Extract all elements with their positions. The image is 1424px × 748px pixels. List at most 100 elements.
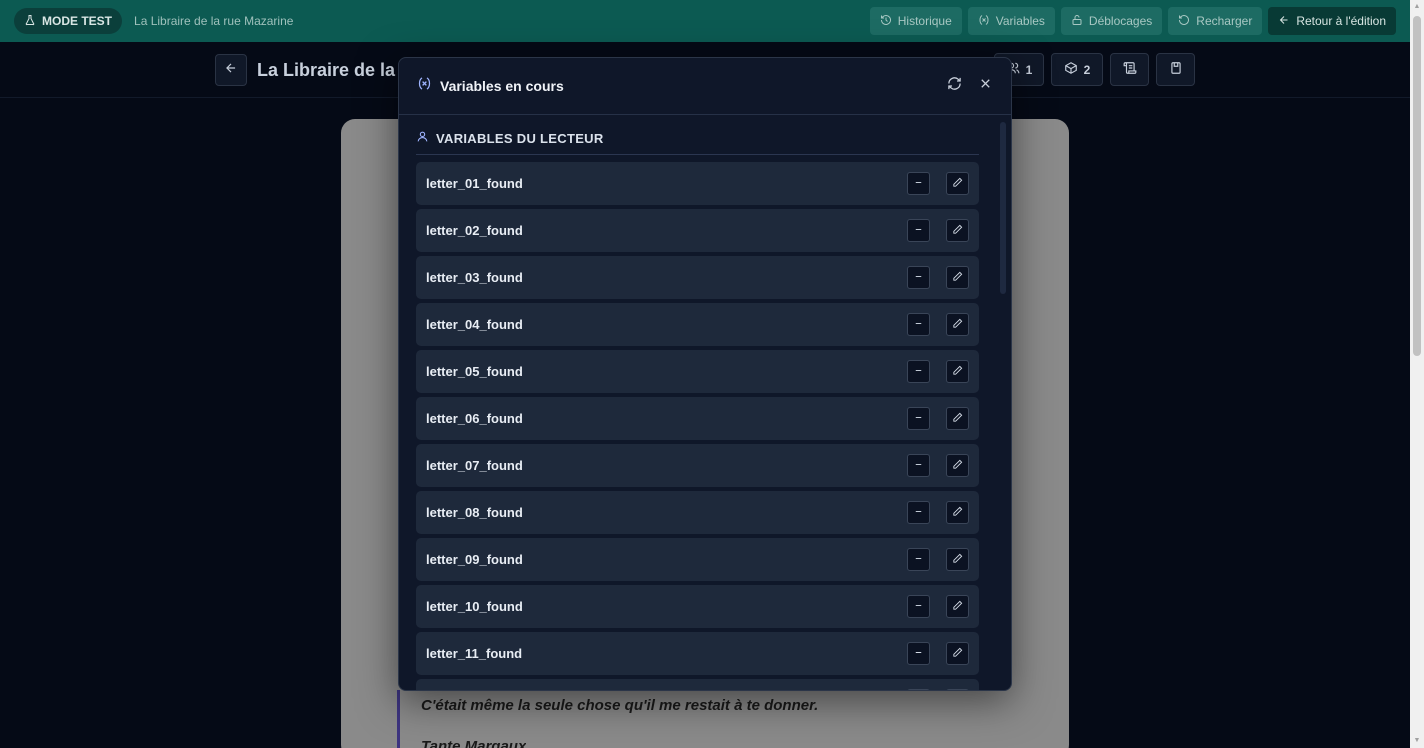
- variables-label: Variables: [995, 14, 1045, 28]
- book-title: La Libraire de la rue Mazarine: [257, 60, 407, 80]
- bookmark-save-icon: [1169, 61, 1183, 78]
- reload-button[interactable]: Recharger: [1168, 7, 1263, 35]
- pencil-icon: [952, 410, 963, 428]
- items-count: 2: [1083, 62, 1091, 77]
- variables-button[interactable]: Variables: [967, 7, 1055, 35]
- variable-row: letter_01_found: [416, 162, 979, 205]
- edit-button[interactable]: [946, 266, 969, 289]
- variable-row: [416, 679, 979, 690]
- modal-header: Variables en cours: [399, 58, 1011, 115]
- edit-button[interactable]: [946, 501, 969, 524]
- variable-row: letter_10_found: [416, 585, 979, 628]
- edit-button[interactable]: [946, 360, 969, 383]
- edit-button[interactable]: [946, 172, 969, 195]
- reader-back-button[interactable]: [215, 54, 247, 86]
- variable-name: letter_05_found: [426, 364, 523, 379]
- scroll-button[interactable]: [1110, 53, 1149, 86]
- reload-icon: [1178, 14, 1190, 29]
- decrement-button[interactable]: [907, 642, 930, 665]
- edit-button[interactable]: [946, 219, 969, 242]
- edit-button[interactable]: [946, 642, 969, 665]
- pencil-icon: [952, 269, 963, 287]
- minus-icon: [913, 175, 924, 193]
- inventory-button[interactable]: 2: [1051, 53, 1103, 86]
- decrement-button[interactable]: [907, 595, 930, 618]
- variable-row: letter_06_found: [416, 397, 979, 440]
- variables-modal: Variables en cours VARIABLES DU LECTEUR …: [398, 57, 1012, 691]
- history-button[interactable]: Historique: [869, 7, 962, 35]
- variable-name: letter_06_found: [426, 411, 523, 426]
- mode-test-badge: MODE TEST: [14, 8, 123, 34]
- edit-button[interactable]: [946, 407, 969, 430]
- variable-row: letter_04_found: [416, 303, 979, 346]
- scroll-icon: [1123, 61, 1137, 78]
- reload-label: Recharger: [1196, 14, 1253, 28]
- page-scrollbar[interactable]: ▲ ▼: [1410, 0, 1424, 748]
- close-icon[interactable]: [978, 76, 993, 96]
- variable-name: letter_11_found: [426, 646, 523, 661]
- decrement-button[interactable]: [907, 313, 930, 336]
- unlocks-button[interactable]: Déblocages: [1060, 7, 1163, 35]
- pencil-icon: [952, 645, 963, 663]
- mode-test-label: MODE TEST: [42, 14, 113, 28]
- decrement-button[interactable]: [907, 689, 930, 690]
- reader-variables-section-title: VARIABLES DU LECTEUR: [416, 130, 604, 146]
- refresh-icon[interactable]: [947, 76, 962, 96]
- decrement-button[interactable]: [907, 454, 930, 477]
- decrement-button[interactable]: [907, 501, 930, 524]
- decrement-button[interactable]: [907, 360, 930, 383]
- decrement-button[interactable]: [907, 266, 930, 289]
- variable-row: letter_09_found: [416, 538, 979, 581]
- back-to-edit-button[interactable]: Retour à l'édition: [1268, 7, 1396, 35]
- arrow-left-icon: [224, 61, 238, 80]
- page-scrollbar-thumb[interactable]: [1413, 16, 1421, 356]
- history-label: Historique: [897, 14, 952, 28]
- variable-icon: [978, 14, 990, 29]
- decrement-button[interactable]: [907, 172, 930, 195]
- test-mode-bar: MODE TEST La Libraire de la rue Mazarine…: [0, 0, 1410, 42]
- modal-title: Variables en cours: [440, 78, 564, 94]
- decrement-button[interactable]: [907, 548, 930, 571]
- minus-icon: [913, 269, 924, 287]
- variable-row: letter_05_found: [416, 350, 979, 393]
- variable-icon: [417, 76, 432, 96]
- history-icon: [880, 14, 892, 29]
- edit-button[interactable]: [946, 548, 969, 571]
- variable-name: letter_07_found: [426, 458, 523, 473]
- book-signature: Tante Margaux: [421, 738, 527, 748]
- book-quote-line: C'était même la seule chose qu'il me res…: [421, 697, 819, 714]
- pencil-icon: [952, 222, 963, 240]
- scroll-up-icon[interactable]: ▲: [1413, 3, 1421, 11]
- section-divider: [416, 154, 979, 155]
- pencil-icon: [952, 598, 963, 616]
- save-button[interactable]: [1156, 53, 1195, 86]
- minus-icon: [913, 222, 924, 240]
- edit-button[interactable]: [946, 313, 969, 336]
- decrement-button[interactable]: [907, 219, 930, 242]
- minus-icon: [913, 598, 924, 616]
- back-to-edit-label: Retour à l'édition: [1296, 14, 1386, 28]
- minus-icon: [913, 551, 924, 569]
- variable-row: letter_03_found: [416, 256, 979, 299]
- variable-row: letter_11_found: [416, 632, 979, 675]
- pencil-icon: [952, 551, 963, 569]
- variable-name: letter_10_found: [426, 599, 523, 614]
- edit-button[interactable]: [946, 689, 969, 690]
- minus-icon: [913, 504, 924, 522]
- variable-name: letter_09_found: [426, 552, 523, 567]
- scroll-down-icon[interactable]: ▼: [1413, 737, 1421, 745]
- pencil-icon: [952, 316, 963, 334]
- edit-button[interactable]: [946, 595, 969, 618]
- variable-row: letter_07_found: [416, 444, 979, 487]
- variable-row: letter_02_found: [416, 209, 979, 252]
- unlocks-label: Déblocages: [1088, 14, 1153, 28]
- pencil-icon: [952, 504, 963, 522]
- modal-scrollbar-thumb[interactable]: [1000, 122, 1006, 294]
- flask-icon: [24, 14, 36, 29]
- edit-button[interactable]: [946, 454, 969, 477]
- decrement-button[interactable]: [907, 407, 930, 430]
- variable-name: letter_01_found: [426, 176, 523, 191]
- variables-list: letter_01_found letter_02_found letter_0…: [416, 162, 979, 690]
- variable-name: letter_02_found: [426, 223, 523, 238]
- variable-name: letter_03_found: [426, 270, 523, 285]
